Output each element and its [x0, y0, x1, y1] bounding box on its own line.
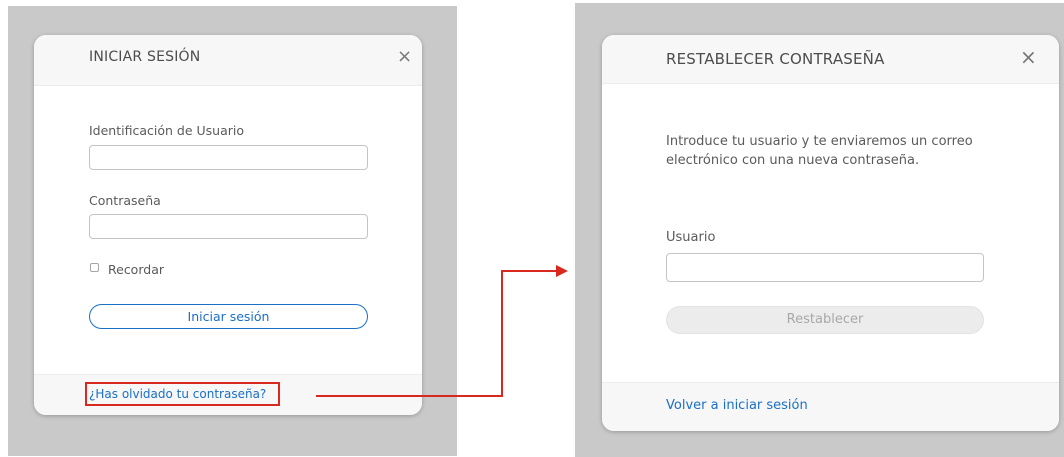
connector-line: [316, 270, 558, 397]
arrow-right-icon: [316, 265, 568, 397]
arrow-head: [556, 265, 568, 277]
